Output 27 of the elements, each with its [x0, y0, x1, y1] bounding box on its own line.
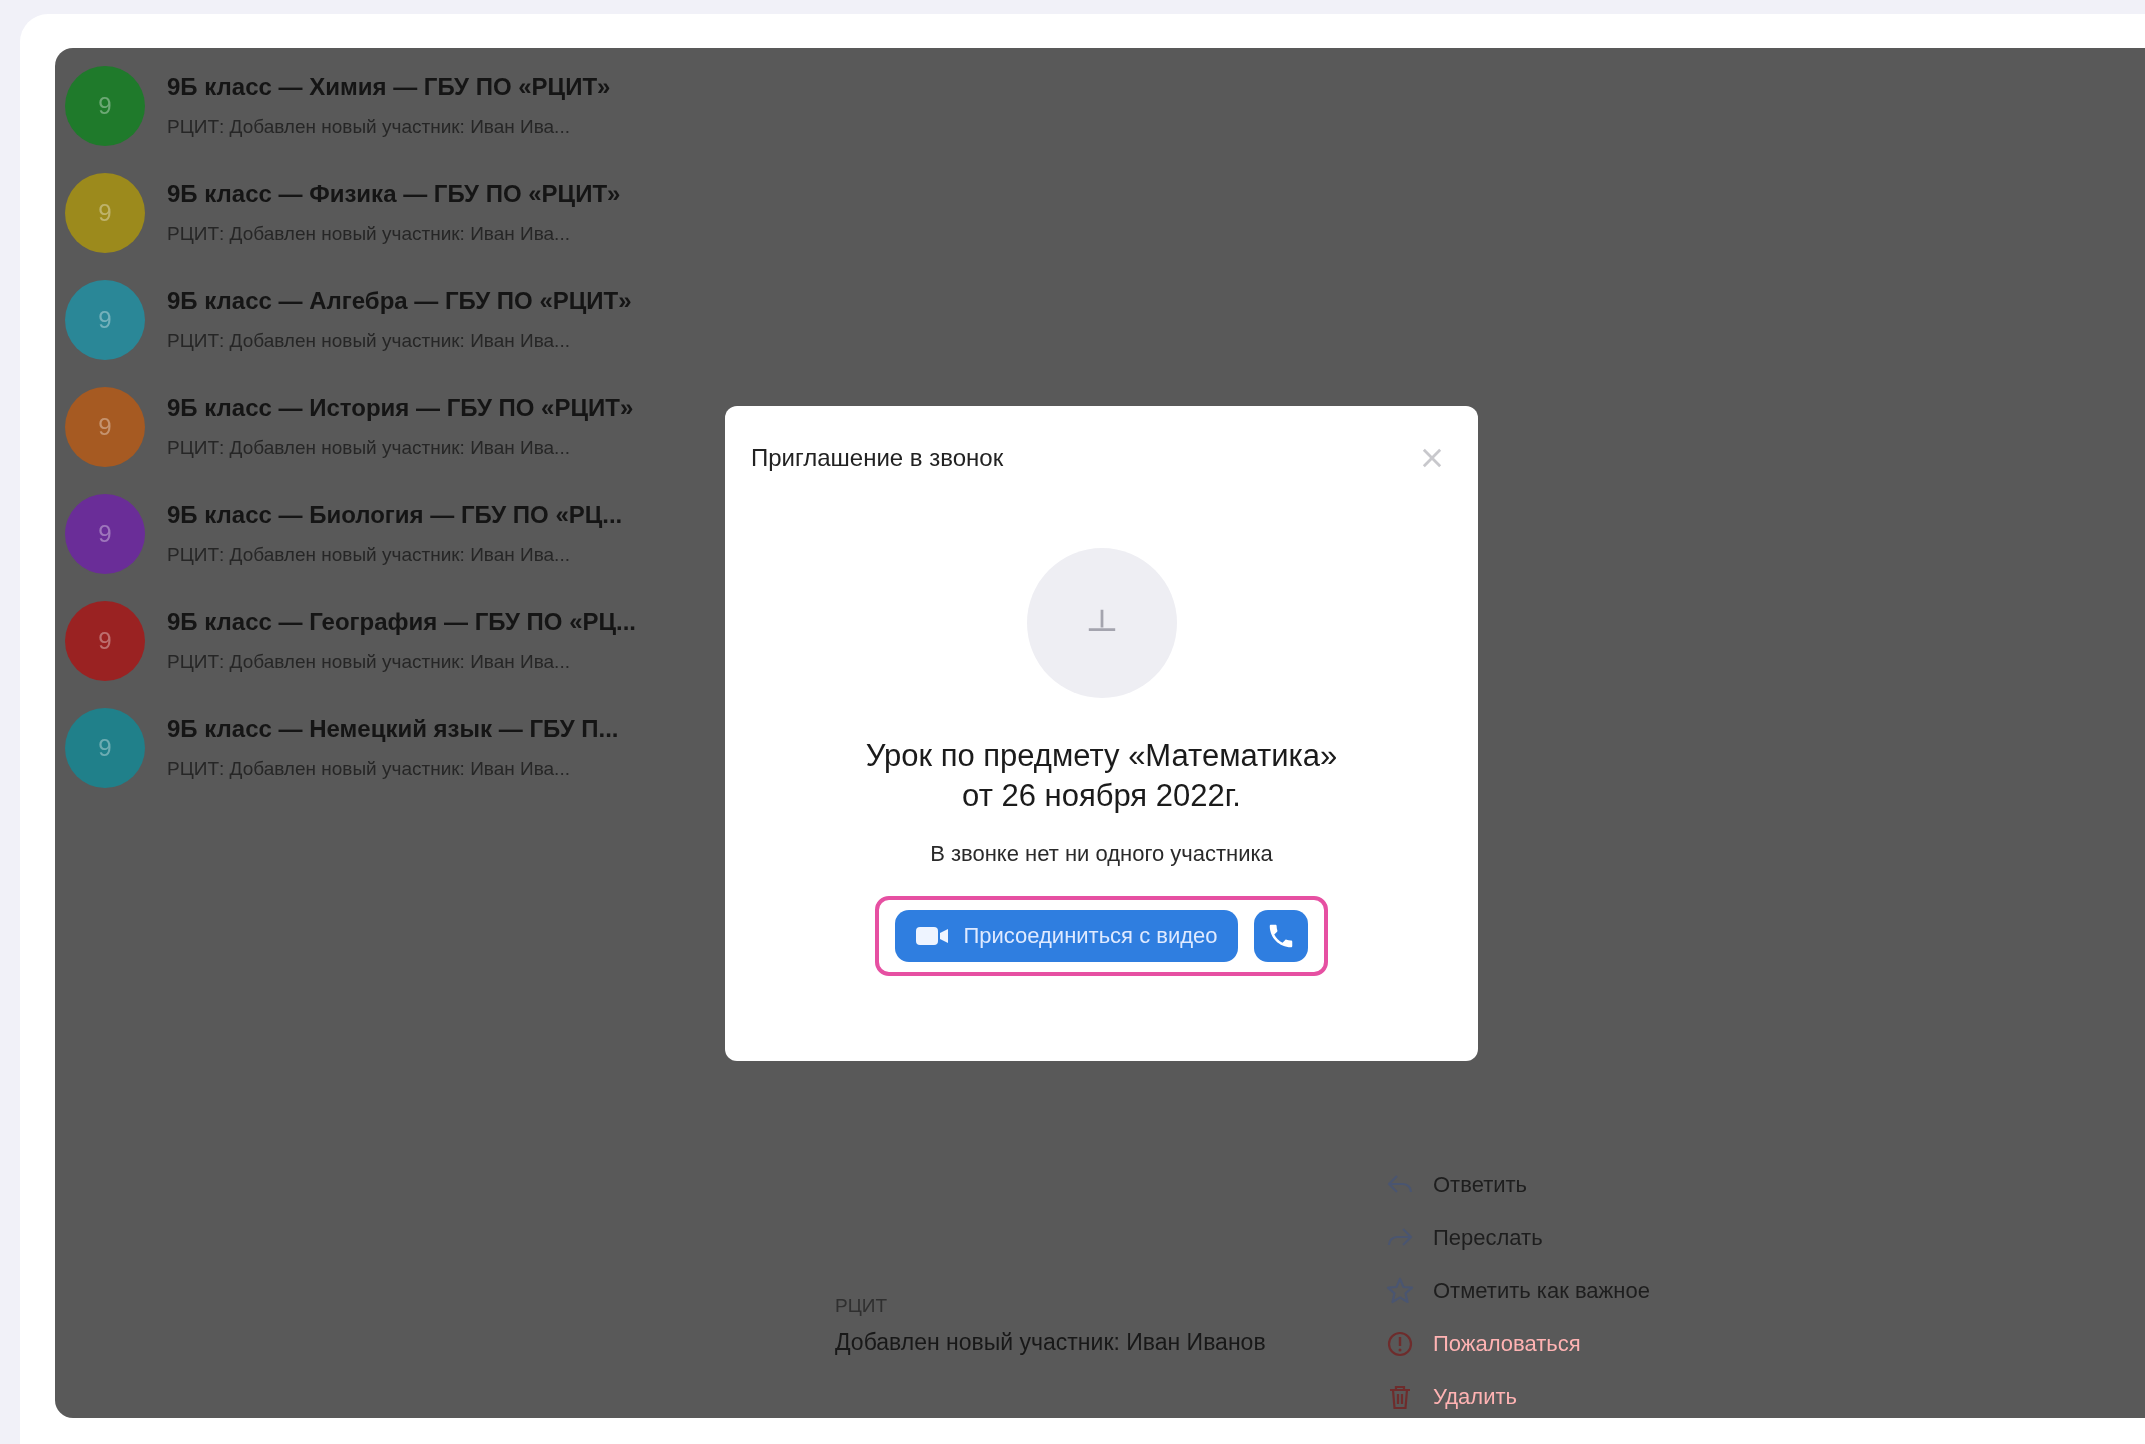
chat-avatar: 9: [65, 279, 145, 360]
call-status: В звонке нет ни одного участника: [930, 839, 1273, 868]
menu-item[interactable]: Переслать: [1385, 1221, 1650, 1254]
menu-item[interactable]: Удалить: [1385, 1380, 1650, 1413]
chat-name[interactable]: 9Б класс — Немецкий язык — ГБУ П...: [167, 711, 619, 748]
chat-name[interactable]: 9Б класс — Химия — ГБУ ПО «РЦИТ»: [167, 69, 611, 106]
video-camera-icon: [915, 924, 950, 947]
dialog-title: Приглашение в звонок: [751, 443, 1004, 473]
chat-name[interactable]: 9Б класс — Физика — ГБУ ПО «РЦИТ»: [167, 176, 621, 213]
menu-item[interactable]: Отметить как важное: [1385, 1274, 1650, 1307]
star-icon: [1385, 1275, 1415, 1306]
chat-avatar: 9: [65, 600, 145, 681]
chat-name[interactable]: 9Б класс — Алгебра — ГБУ ПО «РЦИТ»: [167, 283, 632, 320]
chat-name[interactable]: 9Б класс — Биология — ГБУ ПО «РЦ...: [167, 497, 623, 534]
menu-item[interactable]: Пожаловаться: [1385, 1327, 1650, 1360]
chat-avatar: 9: [65, 65, 145, 146]
call-heading: Урок по предмету «Математика» от 26 ноября 2022г.: [865, 737, 1338, 816]
chat-avatar: 9: [65, 707, 145, 788]
chat-avatar: 9: [65, 493, 145, 574]
menu-item[interactable]: Ответить: [1385, 1168, 1650, 1201]
chat-name[interactable]: 9Б класс — История — ГБУ ПО «РЦИТ»: [167, 390, 634, 427]
chat-avatar: 9: [65, 172, 145, 253]
message-text: Добавлен новый участник: Иван Иванов: [835, 1327, 1266, 1357]
join-video-button[interactable]: Присоединиться с видео: [895, 909, 1238, 962]
chat-avatar: 9: [65, 386, 145, 467]
chat-name[interactable]: 9Б класс — География — ГБУ ПО «РЦ...: [167, 604, 637, 641]
join-audio-button[interactable]: [1253, 909, 1308, 962]
